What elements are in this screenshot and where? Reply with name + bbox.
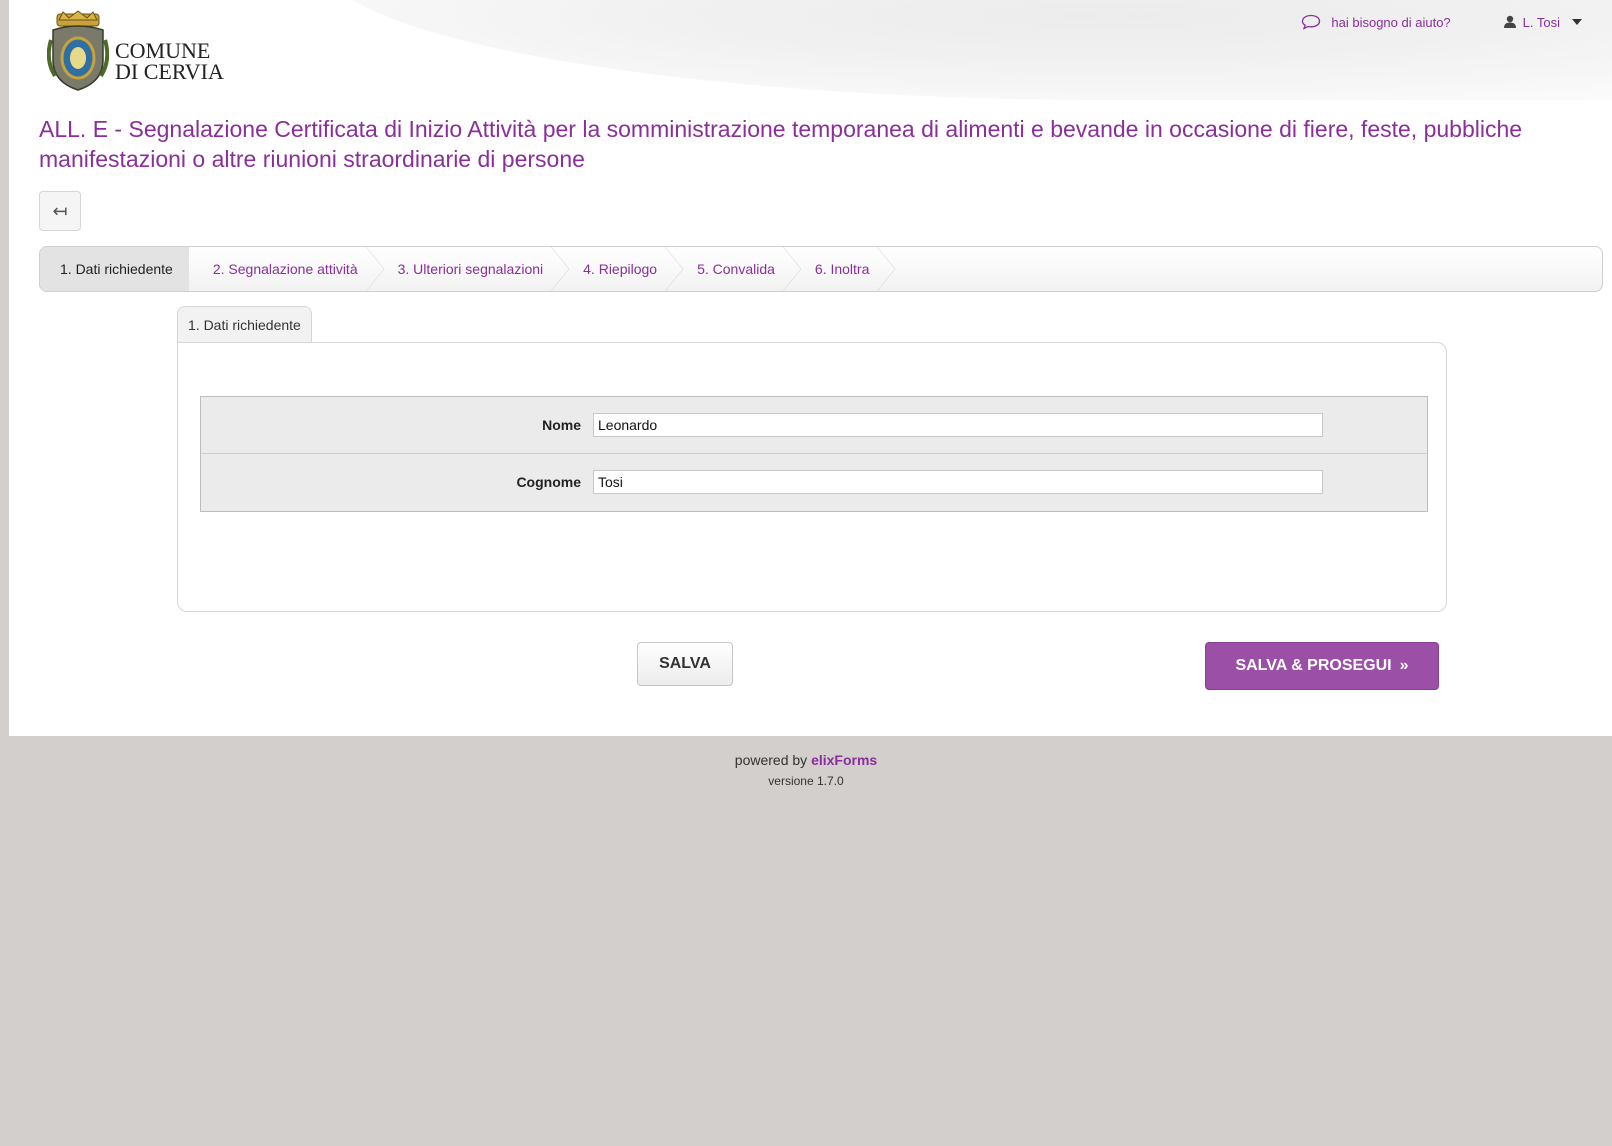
page-title: ALL. E - Segnalazione Certificata di Ini… — [39, 116, 1523, 172]
powered-by-prefix: powered by — [734, 752, 808, 768]
nome-label: Nome — [542, 417, 581, 433]
user-name: L. Tosi — [1522, 14, 1560, 30]
save-button[interactable]: SALVA — [637, 642, 733, 686]
nome-input[interactable] — [593, 413, 1323, 437]
double-chevron-right-icon: » — [1399, 657, 1409, 674]
wizard-step-label: 3. Ulteriori segnalazioni — [397, 261, 544, 277]
wizard-step-label: 6. Inoltra — [814, 261, 870, 277]
wizard-steps: 1. Dati richiedente 2. Segnalazione atti… — [39, 246, 1603, 292]
cognome-input[interactable] — [593, 470, 1323, 494]
logo-line-2: DI CERVIA — [115, 59, 224, 84]
field-row-cognome: Cognome — [201, 454, 1427, 510]
save-and-continue-label: SALVA & PROSEGUI — [1235, 657, 1392, 674]
form-panel: Nome Cognome — [177, 342, 1447, 612]
logo-line-1: COMUNE — [115, 38, 211, 63]
footer: powered by elixForms versione 1.7.0 — [0, 752, 1612, 788]
wizard-step-dati-richiedente[interactable]: 1. Dati richiedente — [40, 247, 189, 291]
tab-dati-richiedente[interactable]: 1. Dati richiedente — [177, 306, 312, 343]
help-link-label: hai bisogno di aiuto? — [1331, 14, 1451, 30]
logo-text: COMUNE DI CERVIA — [115, 38, 224, 84]
help-link[interactable]: hai bisogno di aiuto? — [1301, 14, 1451, 30]
save-and-continue-button[interactable]: SALVA & PROSEGUI » — [1205, 642, 1439, 690]
powered-by: powered by elixForms — [0, 752, 1612, 768]
page-content: COMUNE DI CERVIA hai bisogno di aiuto? L… — [9, 0, 1612, 736]
wizard-step-label: 4. Riepilogo — [583, 261, 658, 277]
wizard-step-label: 2. Segnalazione attività — [212, 261, 358, 277]
back-button[interactable]: ↤ — [39, 191, 81, 231]
version-text: versione 1.7.0 — [768, 774, 844, 788]
wizard-step-segnalazione-attivita[interactable]: 2. Segnalazione attività — [197, 247, 384, 291]
elixforms-link[interactable]: elixForms — [811, 752, 877, 768]
user-menu[interactable]: L. Tosi — [1503, 15, 1582, 30]
user-icon — [1503, 15, 1516, 28]
speech-bubble-icon — [1302, 14, 1321, 30]
chevron-down-icon — [1572, 19, 1582, 25]
wizard-step-ulteriori-segnalazioni[interactable]: 3. Ulteriori segnalazioni — [382, 247, 569, 291]
wizard-step-convalida[interactable]: 5. Convalida — [681, 247, 801, 291]
wizard-step-label: 1. Dati richiedente — [60, 261, 173, 277]
wizard-step-riepilogo[interactable]: 4. Riepilogo — [567, 247, 684, 291]
field-row-nome: Nome — [201, 397, 1427, 454]
wizard-step-inoltra[interactable]: 6. Inoltra — [799, 247, 896, 291]
comune-di-cervia-crest-icon — [47, 10, 109, 91]
arrow-left-icon: ↤ — [52, 200, 68, 221]
tab-label: 1. Dati richiedente — [188, 317, 301, 333]
top-bar: hai bisogno di aiuto? L. Tosi — [1301, 14, 1582, 30]
save-button-label: SALVA — [659, 655, 711, 672]
left-gutter — [0, 0, 9, 1146]
cognome-label: Cognome — [516, 474, 581, 490]
wizard-step-label: 5. Convalida — [697, 261, 775, 277]
fields-group: Nome Cognome — [200, 396, 1428, 512]
